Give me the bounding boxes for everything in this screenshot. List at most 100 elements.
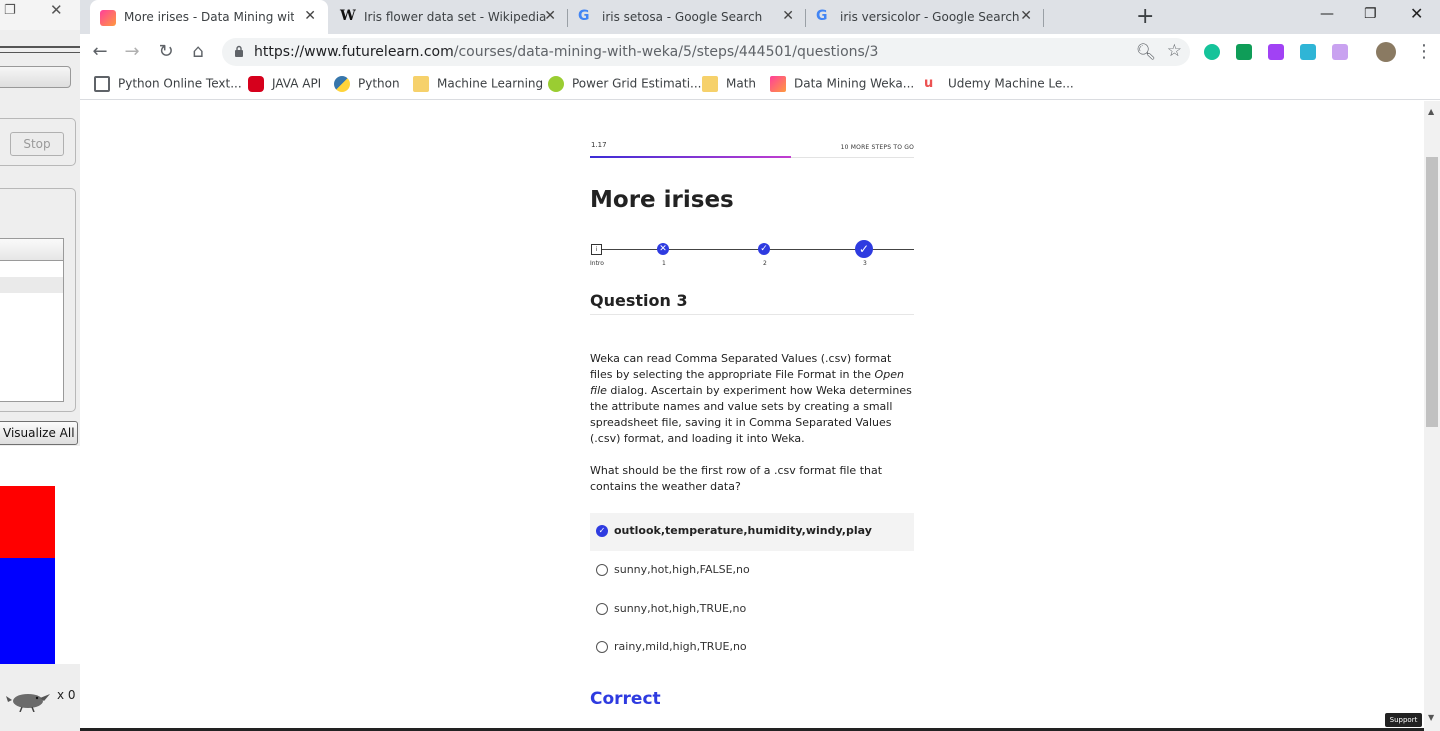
scrollbar[interactable]: ▲ ▼ bbox=[1424, 101, 1440, 731]
close-window-icon[interactable]: ✕ bbox=[1410, 4, 1423, 23]
google-icon: G bbox=[816, 8, 828, 24]
answer-option-selected[interactable]: ✓ outlook,temperature,humidity,windy,pla… bbox=[590, 513, 914, 551]
menu-dots-icon[interactable]: ⋮ bbox=[1415, 41, 1433, 62]
close-tab-icon[interactable]: ✕ bbox=[304, 8, 316, 24]
bookmark-item[interactable]: Power Grid Estimati... bbox=[548, 76, 702, 92]
restore-icon[interactable]: ❐ bbox=[4, 3, 16, 18]
scrollbar-thumb[interactable] bbox=[1426, 157, 1438, 427]
url-path: /courses/data-mining-with-weka/5/steps/4… bbox=[453, 44, 879, 60]
oracle-icon bbox=[248, 76, 264, 92]
answer-label: outlook,temperature,humidity,windy,play bbox=[614, 524, 872, 537]
zoom-icon[interactable]: 🔍︎ bbox=[1136, 42, 1156, 61]
weka-choose-button[interactable] bbox=[0, 66, 71, 88]
list-item[interactable] bbox=[0, 261, 63, 277]
tab-bar: More irises - Data Mining with W ✕ W Iri… bbox=[80, 0, 1440, 34]
bookmark-item[interactable]: u Udemy Machine Le... bbox=[924, 76, 1074, 92]
tab-title: More irises - Data Mining with W bbox=[124, 10, 294, 24]
answer-option[interactable]: rainy,mild,high,TRUE,no bbox=[590, 629, 914, 667]
address-bar[interactable]: https://www.futurelearn.com/courses/data… bbox=[222, 38, 1190, 66]
answer-option[interactable]: sunny,hot,high,TRUE,no bbox=[590, 591, 914, 629]
udemy-icon: u bbox=[924, 76, 934, 91]
bookmark-label: Machine Learning bbox=[437, 76, 544, 91]
bookmark-item[interactable]: Math bbox=[702, 76, 756, 92]
book-icon bbox=[94, 76, 110, 92]
radio-icon[interactable] bbox=[596, 641, 608, 653]
tab-more-irises[interactable]: More irises - Data Mining with W ✕ bbox=[90, 0, 328, 34]
tab-iris-setosa[interactable]: G iris setosa - Google Search ✕ bbox=[568, 0, 806, 34]
histogram-bar-red bbox=[0, 486, 55, 558]
tab-title: iris versicolor - Google Search bbox=[840, 10, 1020, 24]
minimize-icon[interactable]: — bbox=[1320, 6, 1334, 22]
bookmark-item[interactable]: Python bbox=[334, 76, 400, 92]
reload-icon[interactable]: ↻ bbox=[154, 40, 178, 64]
radio-icon[interactable] bbox=[596, 564, 608, 576]
bookmark-label: Math bbox=[726, 76, 757, 91]
radio-icon[interactable] bbox=[596, 603, 608, 615]
close-tab-icon[interactable]: ✕ bbox=[1020, 8, 1032, 24]
url-text: https://www.futurelearn.com/courses/data… bbox=[254, 44, 878, 60]
tab-iris-versicolor[interactable]: G iris versicolor - Google Search ✕ bbox=[806, 0, 1044, 34]
futurelearn-icon bbox=[100, 10, 116, 26]
question-prompt: What should be the first row of a .csv f… bbox=[590, 464, 883, 493]
extension-icon[interactable] bbox=[1332, 44, 1348, 60]
browser-toolbar: ← → ↻ ⌂ https://www.futurelearn.com/cour… bbox=[80, 34, 1440, 70]
step-check-icon: ✓ bbox=[758, 243, 770, 255]
futurelearn-icon bbox=[770, 76, 786, 92]
list-item[interactable] bbox=[0, 277, 63, 293]
back-arrow-icon[interactable]: ← bbox=[88, 40, 112, 64]
histogram-bar-blue bbox=[0, 558, 55, 664]
close-tab-icon[interactable]: ✕ bbox=[782, 8, 794, 24]
answer-label: rainy,mild,high,TRUE,no bbox=[614, 640, 747, 653]
extension-icon[interactable] bbox=[1268, 44, 1284, 60]
scroll-up-icon[interactable]: ▲ bbox=[1428, 107, 1434, 116]
close-tab-icon[interactable]: ✕ bbox=[544, 8, 556, 24]
url-host: https://www.futurelearn.com bbox=[254, 44, 454, 60]
stepper-intro[interactable]: i bbox=[591, 244, 602, 255]
smiley-icon bbox=[548, 76, 564, 92]
google-icon: G bbox=[578, 8, 590, 24]
bookmark-item[interactable]: Python Online Text... bbox=[94, 76, 242, 92]
page-title: More irises bbox=[590, 187, 734, 213]
cloud-icon[interactable] bbox=[1300, 44, 1316, 60]
folder-icon bbox=[413, 76, 429, 92]
avatar[interactable] bbox=[1376, 42, 1396, 62]
stop-button[interactable]: Stop bbox=[10, 132, 64, 156]
bookmark-item[interactable]: JAVA API bbox=[248, 76, 321, 92]
bookmark-label: Python Online Text... bbox=[118, 76, 242, 91]
list-item[interactable] bbox=[0, 293, 63, 309]
weka-titlebar: ❐ ✕ bbox=[0, 0, 80, 30]
weka-count-label: x 0 bbox=[57, 688, 76, 702]
tab-separator bbox=[1043, 9, 1044, 27]
bookmark-item[interactable]: Machine Learning bbox=[413, 76, 543, 92]
bookmark-label: Udemy Machine Le... bbox=[948, 76, 1074, 91]
step-wrong-icon: ✕ bbox=[657, 243, 669, 255]
bookmark-star-icon[interactable]: ☆ bbox=[1167, 41, 1182, 61]
bookmark-label: Data Mining Weka... bbox=[794, 76, 915, 91]
scroll-down-icon[interactable]: ▼ bbox=[1428, 713, 1434, 722]
question-title: Question 3 bbox=[590, 291, 688, 310]
grammarly-icon[interactable] bbox=[1204, 44, 1220, 60]
tab-title: iris setosa - Google Search bbox=[602, 10, 763, 24]
radio-checked-icon[interactable]: ✓ bbox=[596, 525, 608, 537]
question-paragraph: Weka can read Comma Separated Values (.c… bbox=[590, 352, 912, 445]
home-icon[interactable]: ⌂ bbox=[186, 40, 210, 64]
close-icon[interactable]: ✕ bbox=[50, 1, 63, 19]
bookmark-label: Python bbox=[358, 76, 400, 91]
steps-to-go: 10 MORE STEPS TO GO bbox=[840, 144, 914, 151]
wikipedia-icon: W bbox=[340, 8, 356, 24]
weka-attribute-list[interactable] bbox=[0, 238, 64, 402]
cast-icon[interactable] bbox=[1236, 44, 1252, 60]
folder-icon bbox=[702, 76, 718, 92]
tab-wikipedia[interactable]: W Iris flower data set - Wikipedia ✕ bbox=[330, 0, 568, 34]
lock-icon bbox=[235, 45, 243, 57]
divider bbox=[0, 52, 80, 53]
support-button[interactable]: Support bbox=[1385, 713, 1422, 727]
answer-option[interactable]: sunny,hot,high,FALSE,no bbox=[590, 552, 914, 590]
bookmark-label: Power Grid Estimati... bbox=[572, 76, 702, 91]
new-tab-plus-icon[interactable]: + bbox=[1136, 4, 1154, 29]
visualize-all-button[interactable]: Visualize All bbox=[0, 421, 78, 445]
forward-arrow-icon[interactable]: → bbox=[120, 40, 144, 64]
bookmark-item[interactable]: Data Mining Weka... bbox=[770, 76, 914, 92]
bookmark-label: JAVA API bbox=[272, 76, 322, 91]
restore-icon[interactable]: ❐ bbox=[1364, 6, 1377, 22]
